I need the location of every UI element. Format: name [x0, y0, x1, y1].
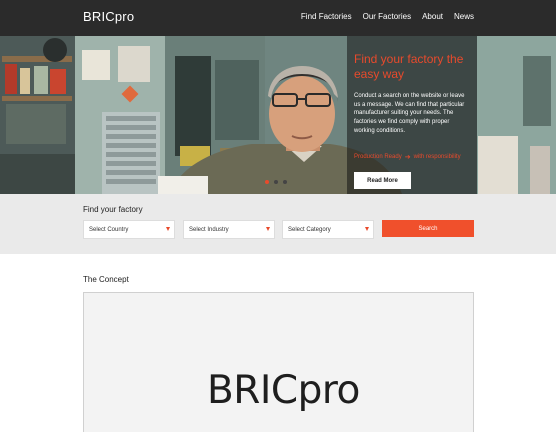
hero-tagline-link[interactable]: Production Ready ➔ with responsibility	[354, 153, 461, 161]
hero-link-right: with responsibility	[413, 154, 461, 160]
country-select[interactable]: Select Country	[83, 220, 175, 239]
nav-our-factories[interactable]: Our Factories	[363, 12, 411, 21]
category-select[interactable]: Select Category	[282, 220, 374, 239]
brand-logo[interactable]: BRICpro	[83, 9, 134, 24]
main-nav: Find Factories Our Factories About News	[301, 12, 474, 21]
concept-image: BRICpro	[83, 292, 474, 432]
search-title: Find your factory	[83, 205, 143, 214]
caret-down-icon	[365, 227, 369, 231]
carousel-indicators	[265, 180, 287, 184]
carousel-dot-2[interactable]	[274, 180, 278, 184]
concept-logo-text: BRICpro	[207, 368, 360, 413]
category-select-value: Select Category	[288, 226, 331, 233]
hero-banner: Find your factory the easy way Conduct a…	[0, 36, 556, 194]
concept-title: The Concept	[83, 275, 129, 284]
arrow-right-icon: ➔	[404, 154, 411, 161]
nav-about[interactable]: About	[422, 12, 443, 21]
search-button[interactable]: Search	[382, 220, 474, 237]
hero-title: Find your factory the easy way	[354, 52, 464, 81]
concept-section: The Concept BRICpro	[0, 254, 556, 432]
carousel-dot-1[interactable]	[265, 180, 269, 184]
caret-down-icon	[166, 227, 170, 231]
hero-link-left: Production Ready	[354, 154, 402, 160]
read-more-button[interactable]: Read More	[354, 172, 411, 189]
hero-description: Conduct a search on the website or leave…	[354, 93, 465, 134]
caret-down-icon	[266, 227, 270, 231]
nav-news[interactable]: News	[454, 12, 474, 21]
industry-select-value: Select Industry	[189, 226, 229, 233]
carousel-dot-3[interactable]	[283, 180, 287, 184]
industry-select[interactable]: Select Industry	[183, 220, 275, 239]
top-navbar: BRICpro Find Factories Our Factories Abo…	[0, 0, 556, 36]
country-select-value: Select Country	[89, 226, 129, 233]
nav-find-factories[interactable]: Find Factories	[301, 12, 352, 21]
factory-search-section: Find your factory Select Country Select …	[0, 194, 556, 254]
